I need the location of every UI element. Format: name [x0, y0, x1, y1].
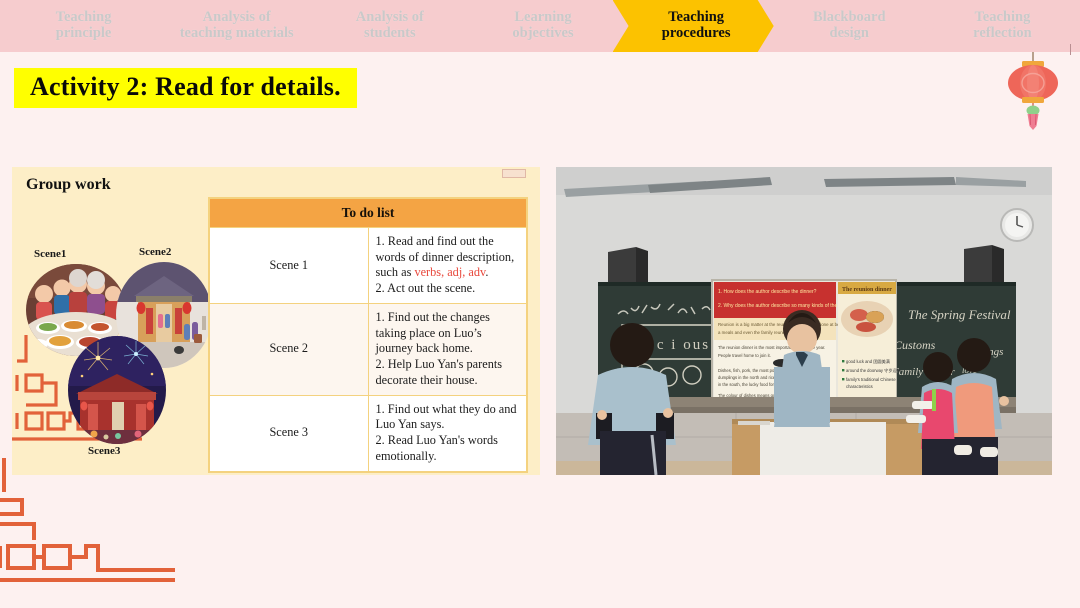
group-work-heading: Group work	[26, 176, 111, 193]
breadcrumb: Teaching principle Analysis of teaching m…	[0, 0, 1080, 52]
svg-text:good luck and 团圆美满: good luck and 团圆美满	[846, 358, 890, 365]
breadcrumb-step-label: Teaching procedures	[661, 9, 731, 41]
scene-tasks-cell: 1. Find out what they do and Luo Yan say…	[367, 394, 528, 473]
panel-corner-marker	[502, 169, 526, 178]
chinese-lantern-icon	[1000, 52, 1066, 130]
breadcrumb-tail	[1072, 0, 1080, 52]
task-line: 2. Read Luo Yan's words emotionally.	[375, 433, 498, 463]
task-line: 1. Find out what they do and Luo Yan say…	[375, 401, 517, 432]
task-line: 2. Act out the scene.	[375, 281, 476, 296]
scene-name-cell: Scene 1	[208, 227, 369, 304]
page-fret-ornament-icon	[0, 458, 175, 582]
svg-text:1. How does the author describ: 1. How does the author describe the dinn…	[718, 289, 817, 295]
breadcrumb-step-label: Analysis of teaching materials	[179, 9, 294, 41]
table-row: Scene 1 1. Read and find out the words of…	[208, 227, 528, 304]
breadcrumb-step-5[interactable]: Teaching procedures	[613, 0, 774, 52]
task-line: 1. Read and find out the words of dinner…	[375, 234, 515, 280]
breadcrumb-step-2[interactable]: Analysis of teaching materials	[153, 0, 314, 52]
svg-text:characteristics: characteristics	[846, 384, 873, 389]
scene-label-2: Scene2	[139, 246, 172, 258]
svg-text:family's traditional Chinese: family's traditional Chinese	[846, 377, 896, 382]
table-header-row: To do list	[208, 197, 528, 228]
breadcrumb-step-4[interactable]: Learning objectives	[459, 0, 620, 52]
breadcrumb-step-label: Learning objectives	[512, 9, 574, 41]
table-row: Scene 3 1. Find out what they do and Luo …	[208, 394, 528, 473]
todo-list-header: To do list	[208, 197, 528, 228]
todo-list-table: To do list Scene 1 1. Read and find out t…	[208, 197, 528, 473]
svg-text:Customs: Customs	[894, 338, 936, 352]
group-work-panel: Group work Scene1 Scene2 Scene3 To do li…	[12, 167, 540, 475]
breadcrumb-tick-mark	[1070, 44, 1071, 55]
task-line: 1. Find out the changes taking place on …	[375, 309, 490, 356]
table-row: Scene 2 1. Find out the changes taking pl…	[208, 302, 528, 396]
page-title: Activity 2: Read for details.	[14, 68, 357, 108]
breadcrumb-step-label: Teaching principle	[55, 9, 112, 41]
todo-table-body: Scene 1 1. Read and find out the words of…	[208, 227, 528, 473]
fireworks-temple-photo	[68, 336, 166, 444]
svg-text:around the doorway 守岁迎新: around the doorway 守岁迎新	[846, 367, 901, 374]
breadcrumb-step-label: Blackboard design	[813, 9, 886, 41]
breadcrumb-step-label: Teaching reflection	[973, 9, 1032, 41]
scene-name-cell: Scene 2	[208, 302, 369, 396]
scene-tasks-cell: 1. Find out the changes taking place on …	[367, 302, 528, 396]
scene-tasks-cell: 1. Read and find out the words of dinner…	[367, 227, 528, 304]
highlighted-terms: verbs, adj, adv	[414, 265, 486, 280]
svg-text:The reunion dinner: The reunion dinner	[842, 287, 892, 293]
breadcrumb-step-1[interactable]: Teaching principle	[0, 0, 161, 52]
scene-label-1: Scene1	[34, 248, 67, 260]
svg-text:The Spring Festival: The Spring Festival	[908, 307, 1011, 322]
breadcrumb-step-6[interactable]: Blackboard design	[766, 0, 927, 52]
breadcrumb-step-7[interactable]: Teaching reflection	[919, 0, 1080, 52]
scene-collage: Scene1 Scene2 Scene3	[20, 242, 216, 467]
task-line: 2. Help Luo Yan's parents decorate their…	[375, 357, 503, 387]
breadcrumb-step-3[interactable]: Analysis of students	[306, 0, 467, 52]
classroom-group-work-photo: pre c i ous The Spring Festival Customs …	[556, 167, 1052, 475]
scene-label-3: Scene3	[88, 445, 121, 457]
svg-text:People travel home to join it.: People travel home to join it.	[718, 353, 771, 358]
scene-name-cell: Scene 3	[208, 394, 369, 473]
breadcrumb-step-label: Analysis of students	[355, 9, 424, 41]
svg-text:in the south, the lucky food f: in the south, the lucky food for all.	[718, 382, 780, 387]
